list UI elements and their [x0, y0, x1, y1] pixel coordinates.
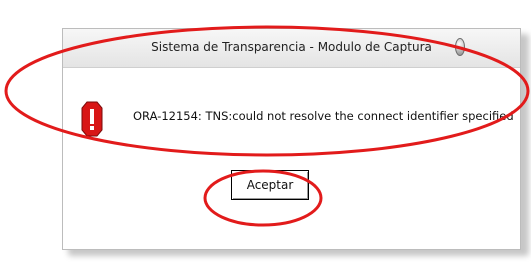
screenshot-stage: Sistema de Transparencia - Modulo de Cap…: [0, 0, 531, 264]
annotation-ellipse-title-message: [4, 25, 530, 157]
annotation-ellipse-button: [203, 169, 323, 227]
annotation-overlay: [4, 25, 530, 227]
